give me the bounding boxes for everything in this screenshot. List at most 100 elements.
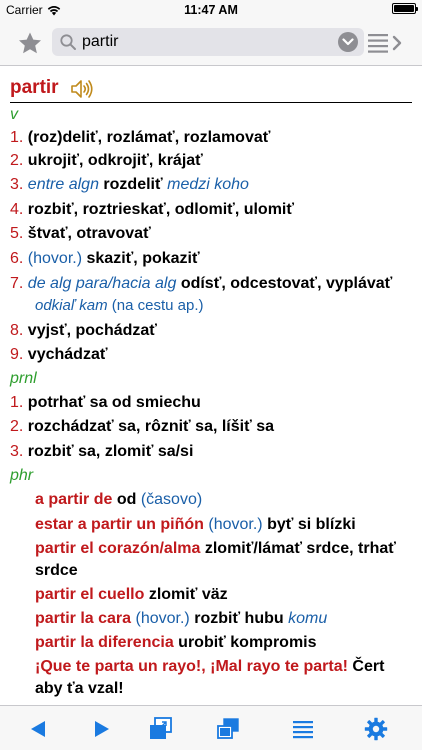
phrase-usage-note: (hovor.): [135, 610, 190, 627]
phrase-row: partir el corazón/alma zlomiť/lámať srdc…: [35, 537, 422, 560]
search-input[interactable]: [82, 32, 322, 52]
sense-number: 1.: [10, 129, 24, 146]
sense-row: 2. ukrojiť, odkrojiť, krájať: [10, 149, 414, 172]
phrase-row: partir la cara (hovor.) rozbiť hubu komu: [35, 607, 422, 630]
sense-row: 3. entre algn rozdeliť medzi koho: [10, 173, 414, 196]
favorite-button[interactable]: [14, 28, 46, 58]
sense-translation: štvať, otravovať: [27, 225, 151, 242]
phrase-text: partir el corazón/alma: [35, 540, 201, 557]
sense-translation: vyjsť, pochádzať: [27, 322, 157, 339]
phrase-text: partir la diferencia: [35, 634, 174, 651]
sense-translation: vychádzať: [27, 346, 108, 363]
sense-number: 6.: [10, 250, 24, 267]
sense-translation: potrhať sa od smiechu: [27, 394, 201, 411]
phrase-translation: srdce: [35, 562, 78, 579]
sense-grammar: medzi koho: [167, 176, 249, 193]
phrase-text: a partir de: [35, 491, 113, 508]
battery-group: [392, 3, 418, 14]
sense-row-continued: odkiaľ kam (na cestu ap.): [35, 294, 422, 317]
stacked-windows-icon: [217, 718, 239, 739]
phrase-row: a partir de od (časovo): [35, 488, 422, 511]
phrase-text: partir el cuello: [35, 586, 145, 603]
sense-number: 5.: [10, 225, 24, 242]
word-list-button[interactable]: [368, 31, 404, 55]
sense-number: 2.: [10, 152, 24, 169]
search-options-button[interactable]: [338, 32, 358, 52]
sense-row: 5. štvať, otravovať: [10, 222, 414, 245]
sense-grammar: entre algn: [27, 176, 99, 193]
sense-number: 1.: [10, 394, 24, 411]
bottom-toolbar: [0, 705, 422, 750]
sense-usage-note: (na cestu ap.): [111, 297, 204, 314]
list-icon: [293, 721, 313, 739]
list-button[interactable]: [287, 714, 319, 744]
windows-expand-icon: [150, 717, 172, 739]
sense-row: 6. (hovor.) skaziť, pokaziť: [10, 247, 414, 270]
phrase-row-continued: srdce: [35, 559, 422, 582]
phrase-row: estar a partir un piñón (hovor.) byť si …: [35, 513, 422, 536]
triangle-right-icon: [95, 721, 109, 737]
sense-number: 2.: [10, 418, 24, 435]
search-toolbar: [0, 20, 422, 66]
phrase-translation: rozbiť hubu: [194, 610, 284, 627]
sense-translation: rozbiť sa, zlomiť sa/si: [27, 443, 194, 460]
sense-translation: (roz)deliť, rozlámať, rozlamovať: [27, 129, 271, 146]
search-field[interactable]: [52, 28, 364, 56]
sense-translation: rozchádzať sa, rôzniť sa, líšiť sa: [27, 418, 274, 435]
pos-verb: v: [10, 106, 18, 123]
back-button[interactable]: [22, 714, 54, 744]
chevron-down-icon: [342, 38, 354, 46]
phrase-translation: byť si blízki: [267, 516, 356, 533]
sense-usage-note: (hovor.): [27, 250, 83, 267]
pos-reflexive: prnl: [10, 370, 37, 387]
sense-row: 9. vychádzať: [10, 343, 414, 366]
phrase-translation: Čert: [352, 658, 385, 675]
gear-icon: [364, 717, 388, 741]
headword: partir: [10, 77, 59, 98]
sense-number: 3.: [10, 443, 24, 460]
sense-row: 3. rozbiť sa, zlomiť sa/si: [10, 440, 414, 463]
sense-row: 4. rozbiť, roztrieskať, odlomiť, ulomiť: [10, 198, 414, 221]
dictionary-entry: partir v 1. (roz)deliť, rozlámať, rozlam…: [0, 67, 422, 705]
phrase-row: partir el cuello zlomiť väz: [35, 583, 422, 606]
phrase-translation: zlomiť/lámať srdce, trhať: [204, 540, 396, 557]
sense-row: 7. de alg para/hacia alg odísť, odcestov…: [10, 272, 414, 295]
phrase-row-continued: aby ťa vzal!: [35, 677, 422, 700]
sense-grammar: de alg para/hacia alg: [27, 275, 177, 292]
sense-translation: odísť, odcestovať, vyplávať: [180, 275, 393, 292]
phrase-usage-note: (hovor.): [208, 516, 263, 533]
status-time: 11:47 AM: [184, 3, 238, 17]
search-icon: [60, 34, 76, 50]
sense-number: 3.: [10, 176, 24, 193]
phrase-translation: aby ťa vzal!: [35, 680, 124, 697]
headword-row: partir: [10, 75, 412, 103]
phrase-translation: zlomiť väz: [148, 586, 228, 603]
sense-number: 8.: [10, 322, 24, 339]
phrase-text: estar a partir un piñón: [35, 516, 204, 533]
sense-translation: rozbiť, roztrieskať, odlomiť, ulomiť: [27, 201, 295, 218]
triangle-left-icon: [31, 721, 45, 737]
settings-button[interactable]: [360, 714, 392, 744]
star-icon: [19, 32, 41, 53]
new-window-button[interactable]: [145, 714, 177, 744]
sense-row: 8. vyjsť, pochádzať: [10, 319, 414, 342]
windows-button[interactable]: [212, 714, 244, 744]
sense-translation: skaziť, pokaziť: [86, 250, 200, 267]
speaker-icon[interactable]: [70, 78, 94, 100]
phrase-translation: urobiť kompromis: [178, 634, 317, 651]
phrase-grammar: komu: [288, 610, 328, 627]
list-arrow-icon: [368, 34, 402, 53]
sense-row: 2. rozchádzať sa, rôzniť sa, líšiť sa: [10, 415, 414, 438]
sense-row: 1. potrhať sa od smiechu: [10, 391, 414, 414]
sense-number: 9.: [10, 346, 24, 363]
phrase-translation: od: [116, 491, 137, 508]
phrase-row: partir la diferencia urobiť kompromis: [35, 631, 422, 654]
sense-translation: ukrojiť, odkrojiť, krájať: [27, 152, 203, 169]
sense-grammar: odkiaľ kam: [35, 297, 108, 314]
sense-translation: rozdeliť: [103, 176, 163, 193]
forward-button[interactable]: [86, 714, 118, 744]
pos-phrase: phr: [10, 467, 34, 484]
sense-number: 7.: [10, 275, 24, 292]
battery-icon: [392, 3, 418, 14]
phrase-text: ¡Que te parta un rayo!, ¡Mal rayo te par…: [35, 658, 348, 675]
